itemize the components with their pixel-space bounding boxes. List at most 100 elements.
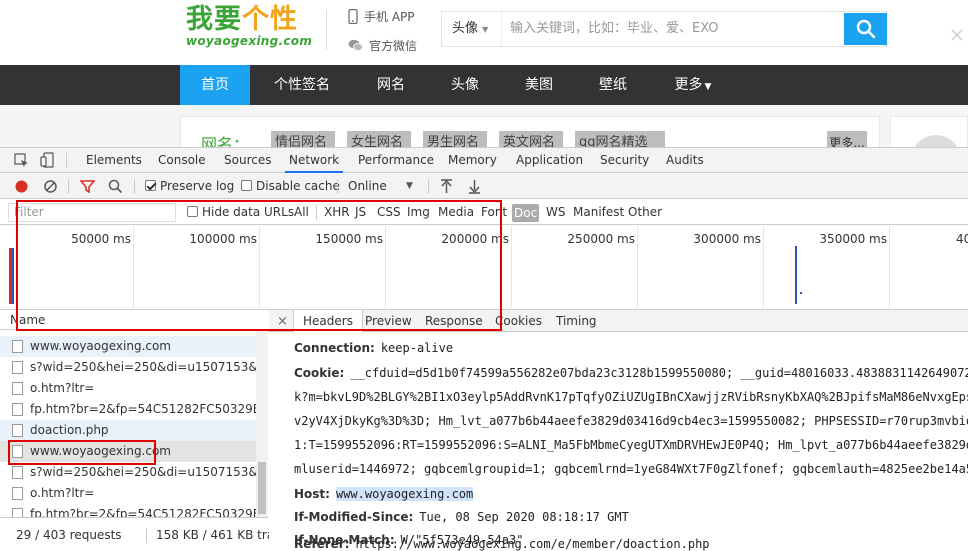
app-link-label: 手机 APP: [364, 10, 415, 24]
file-icon: [12, 403, 23, 416]
tab-timing[interactable]: Timing: [556, 310, 597, 332]
record-icon[interactable]: [14, 179, 29, 194]
file-icon: [12, 361, 23, 374]
search-icon: [856, 19, 875, 39]
devtools-tabbar: Elements Console Sources Network Perform…: [0, 148, 968, 173]
tab-network[interactable]: Network: [285, 148, 344, 173]
file-icon: [12, 382, 23, 395]
tab-performance[interactable]: Performance: [358, 148, 434, 173]
filter-icon[interactable]: [80, 180, 95, 193]
content-strip: 网名： 情侣网名 女生网名 男生网名 英文网名 qq网名精选 更多...: [0, 105, 968, 185]
request-row[interactable]: o.htm?ltr=: [0, 378, 256, 399]
app-link[interactable]: 手机 APP: [348, 8, 415, 25]
device-icon[interactable]: [40, 152, 56, 169]
search-input[interactable]: 输入关键词，比如：毕业、爱、EXO: [510, 12, 840, 46]
nav-item-nickname[interactable]: 网名: [362, 65, 420, 105]
nav-item-more[interactable]: 更多 ▼: [660, 65, 726, 105]
nav-item-pictures[interactable]: 美图: [510, 65, 568, 105]
header-value: Tue, 08 Sep 2020 08:18:17 GMT: [419, 510, 629, 524]
search-category-select[interactable]: 头像 ▼: [442, 12, 502, 46]
filter-type-other[interactable]: Other: [628, 200, 662, 225]
disable-cache-label: Disable cache: [256, 179, 340, 193]
preserve-log-label: Preserve log: [160, 179, 235, 193]
request-name: s?wid=250&hei=250&di=u1507153&ltu=: [30, 465, 256, 479]
request-name: doaction.php: [30, 423, 109, 437]
tab-cookies[interactable]: Cookies: [495, 310, 542, 332]
nav-item-wallpaper[interactable]: 壁纸: [584, 65, 642, 105]
request-row[interactable]: www.woyaogexing.com: [0, 336, 256, 357]
tab-memory[interactable]: Memory: [448, 148, 497, 173]
logo-domain: woyaogexing.com: [186, 34, 313, 48]
nav-item-signature[interactable]: 个性签名: [262, 65, 342, 105]
cookie-continuation: mluserid=1446972; gqbcemlgroupid=1; gqbc…: [294, 462, 968, 476]
header-referer: Referer: https://www.woyaogexing.com/e/me…: [294, 537, 710, 551]
request-row[interactable]: o.htm?ltr=: [0, 483, 256, 504]
wechat-link-label: 官方微信: [369, 39, 418, 53]
requests-scrollbar-thumb[interactable]: [258, 462, 266, 514]
phone-icon: [348, 9, 358, 24]
preserve-log-checkbox[interactable]: Preserve log: [145, 174, 234, 199]
tab-security[interactable]: Security: [600, 148, 649, 173]
tab-elements[interactable]: Elements: [86, 148, 142, 173]
checkbox-unchecked: [241, 180, 252, 191]
upload-icon[interactable]: [440, 179, 453, 194]
tab-sources[interactable]: Sources: [224, 148, 271, 173]
cookie-highlight-box: [16, 200, 502, 331]
logo-part2: 个性: [242, 4, 298, 35]
wechat-link[interactable]: 官方微信: [348, 37, 417, 54]
request-name: www.woyaogexing.com: [30, 339, 171, 353]
filter-type-manifest[interactable]: Manifest: [573, 200, 624, 225]
chevron-down-icon: ▼: [704, 82, 712, 92]
request-row[interactable]: doaction.php: [0, 420, 256, 441]
timeline-label: 350000 ms: [819, 232, 887, 246]
header-key: Connection:: [294, 341, 375, 355]
search-button[interactable]: [844, 13, 887, 45]
nav-item-home[interactable]: 首页: [180, 65, 250, 105]
request-row[interactable]: s?wid=250&hei=250&di=u1507153&ltu=: [0, 357, 256, 378]
tab-application[interactable]: Application: [516, 148, 583, 173]
request-name: o.htm?ltr=: [30, 486, 95, 500]
status-divider: [146, 528, 147, 543]
site-logo[interactable]: 我要个性 woyaogexing.com: [186, 4, 312, 48]
inspect-icon[interactable]: [14, 153, 30, 169]
throttle-select[interactable]: Online ▼: [348, 174, 420, 199]
request-highlight-box: [8, 440, 156, 465]
chevron-down-icon: ▼: [406, 181, 413, 191]
close-icon[interactable]: [950, 28, 964, 42]
toolbar-divider: [428, 179, 429, 194]
timeline-label: 250000 ms: [567, 232, 635, 246]
filter-type-ws[interactable]: WS: [546, 200, 565, 225]
header-key: Host:: [294, 487, 330, 501]
tab-audits[interactable]: Audits: [666, 148, 704, 173]
search-icon[interactable]: [108, 179, 123, 194]
timeline-tick: [511, 226, 512, 310]
timeline-dom-marker: [12, 248, 14, 304]
clear-icon[interactable]: [43, 179, 58, 194]
timeline-tick: [763, 226, 764, 310]
timeline-request-dot: [800, 292, 802, 294]
header-host: Host: www.woyaogexing.com: [294, 487, 474, 501]
request-row[interactable]: s?wid=250&hei=250&di=u1507153&ltu=: [0, 462, 256, 483]
header-connection: Connection: keep-alive: [294, 341, 453, 355]
header-if-modified-since: If-Modified-Since: Tue, 08 Sep 2020 08:18…: [294, 510, 629, 524]
file-icon: [12, 424, 23, 437]
header-value: keep-alive: [380, 341, 454, 355]
screen: 我要个性 woyaogexing.com 手机 APP 官方微信 头像 ▼ 输入…: [0, 0, 968, 551]
filter-type-doc[interactable]: Doc: [512, 204, 540, 222]
request-row[interactable]: fp.htm?br=2&fp=54C51282FC50329B958...: [0, 399, 256, 420]
wechat-icon: [348, 39, 363, 51]
tab-divider: [66, 153, 67, 168]
request-name: fp.htm?br=2&fp=54C51282FC50329B958...: [30, 402, 256, 416]
request-row[interactable]: fp.htm?br=2&fp=54C51282FC50329B958...: [0, 504, 256, 517]
requests-panel: Name www.woyaogexing.com s?wid=250&hei=2…: [0, 310, 316, 551]
header-value-selected: www.woyaogexing.com: [335, 487, 474, 501]
timeline-tick: [637, 226, 638, 310]
requests-status-bar: 29 / 403 requests 158 KB / 461 KB transf…: [0, 517, 316, 551]
download-icon[interactable]: [468, 179, 481, 194]
tab-console[interactable]: Console: [158, 148, 206, 173]
site-nav: 首页 个性签名 网名 头像 美图 壁纸 更多 ▼: [0, 65, 968, 105]
header-cookie: Cookie: __cfduid=d5d1b0f74599a556282e07bd…: [294, 366, 968, 380]
disable-cache-checkbox[interactable]: Disable cache: [241, 174, 340, 199]
cookie-continuation: 1:T=1599552096:RT=1599552096:S=ALNI_Ma5F…: [294, 438, 968, 452]
nav-item-avatar[interactable]: 头像: [436, 65, 494, 105]
